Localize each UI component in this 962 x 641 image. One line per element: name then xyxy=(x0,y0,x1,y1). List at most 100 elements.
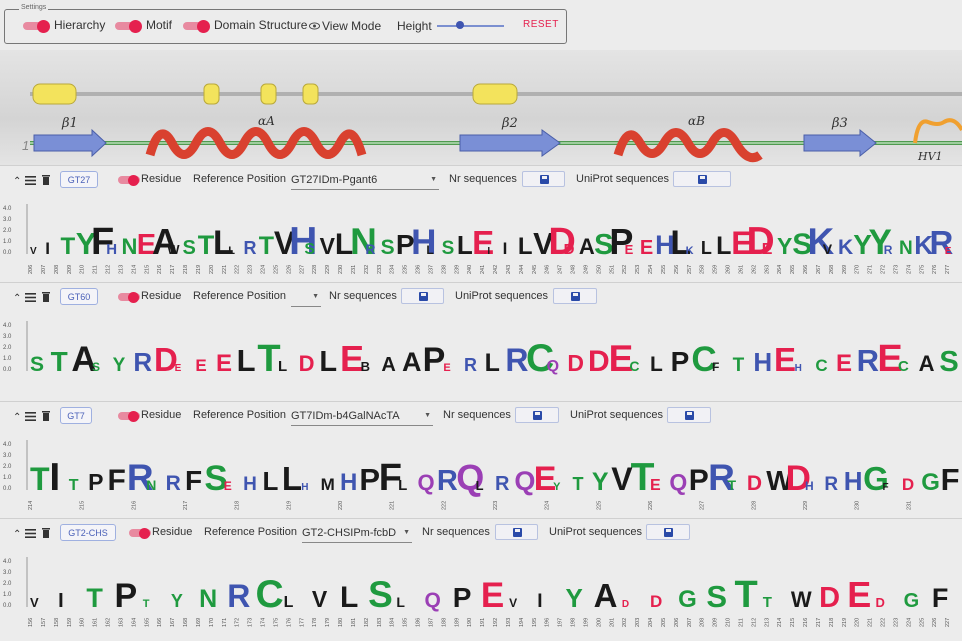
nr-sequences-label: Nr sequences xyxy=(422,526,490,538)
position-tick-label: 196 xyxy=(545,618,551,627)
position-tick-label: 171 xyxy=(222,618,228,627)
logo-residue: D xyxy=(299,351,315,376)
logo-residue: T xyxy=(763,594,772,611)
logo-residue: N xyxy=(899,238,913,259)
height-slider-thumb[interactable] xyxy=(456,21,465,29)
logo-residue: A xyxy=(594,577,618,614)
reference-position-select[interactable]: GT7IDm-b4GalNAcTA ▼ xyxy=(291,407,433,426)
position-tick-label: 161 xyxy=(93,618,99,627)
logo-residue: L xyxy=(716,232,731,260)
logo-residue: I xyxy=(58,590,64,612)
trash-icon[interactable] xyxy=(42,411,50,421)
nr-sequences-save-button[interactable] xyxy=(495,524,538,540)
position-tick-label: 229 xyxy=(803,501,809,510)
collapse-chevron-icon[interactable]: ⌃ xyxy=(13,529,21,540)
collapse-chevron-icon[interactable]: ⌃ xyxy=(13,176,21,187)
logo-residue: R xyxy=(365,241,375,257)
position-tick-label: 216 xyxy=(803,618,809,627)
logo-residue: E xyxy=(762,241,773,258)
list-menu-icon[interactable] xyxy=(25,293,36,302)
logo-residue: P xyxy=(115,577,138,615)
position-tick-label: 227 xyxy=(299,265,305,274)
position-tick-label: 221 xyxy=(390,501,396,510)
position-tick-label: 208 xyxy=(700,618,706,627)
collapse-chevron-icon[interactable]: ⌃ xyxy=(13,293,21,304)
reference-position-label: Reference Position xyxy=(193,409,286,421)
position-tick-label: 165 xyxy=(144,618,150,627)
view-mode-button[interactable]: View Mode xyxy=(322,19,381,33)
logo-residue: Q xyxy=(425,589,441,612)
position-tick-label: 195 xyxy=(532,618,538,627)
uniprot-sequences-save-button[interactable] xyxy=(553,288,597,304)
uniprot-sequences-save-button[interactable] xyxy=(667,407,711,423)
reference-position-select[interactable]: GT2-CHSIPm-fcbD ▼ xyxy=(302,524,412,543)
nr-sequences-save-button[interactable] xyxy=(522,171,565,187)
eye-icon[interactable] xyxy=(309,22,320,30)
position-tick-label: 220 xyxy=(209,265,215,274)
height-slider-track[interactable] xyxy=(437,25,504,27)
reference-position-label: Reference Position xyxy=(204,526,297,538)
logo-residue: E xyxy=(774,341,796,378)
position-tick-label: 185 xyxy=(403,618,409,627)
family-chip[interactable]: GT7 xyxy=(60,407,92,424)
family-chip[interactable]: GT60 xyxy=(60,288,98,305)
position-tick-label: 174 xyxy=(261,618,267,627)
position-tick-label: 187 xyxy=(428,618,434,627)
list-menu-icon[interactable] xyxy=(25,176,36,185)
uniprot-sequences-label: UniProt sequences xyxy=(570,409,663,421)
logo-residue: D xyxy=(902,475,914,494)
logo-residue: S xyxy=(442,238,455,259)
save-icon xyxy=(418,292,428,301)
uniprot-sequences-save-button[interactable] xyxy=(646,524,690,540)
position-tick-label: 215 xyxy=(790,618,796,627)
trash-icon[interactable] xyxy=(42,175,50,185)
logo-residue: R xyxy=(166,472,181,495)
logo-residue: K xyxy=(838,236,853,259)
position-tick-label: 180 xyxy=(338,618,344,627)
logo-residue: M xyxy=(321,475,335,494)
family-chip[interactable]: GT27 xyxy=(60,171,98,188)
logo-residue: T xyxy=(51,346,68,377)
trash-icon[interactable] xyxy=(42,292,50,302)
domain-structure-label: Domain Structure xyxy=(214,18,308,32)
logo-residue: Q xyxy=(547,358,559,375)
position-tick-label: 227 xyxy=(945,618,951,627)
position-tick-label: 275 xyxy=(919,265,925,274)
position-tick-label: 204 xyxy=(648,618,654,627)
logo-residue: E xyxy=(175,363,182,374)
logo-residue: L xyxy=(426,243,433,257)
y-axis-label: 4.0 xyxy=(3,559,12,565)
logo-residue: H xyxy=(753,347,772,377)
uniprot-sequences-save-button[interactable] xyxy=(673,171,731,187)
reference-position-select[interactable]: ▼ xyxy=(291,288,321,307)
position-tick-label: 265 xyxy=(790,265,796,274)
reference-position-select[interactable]: GT27IDm-Pgant6 ▼ xyxy=(291,171,439,190)
collapse-chevron-icon[interactable]: ⌃ xyxy=(13,412,21,423)
logo-residue: D xyxy=(875,595,884,610)
motif-block xyxy=(302,83,319,105)
nr-sequences-save-button[interactable] xyxy=(515,407,559,423)
y-axis-label: 3.0 xyxy=(3,570,12,576)
logo-residue: S xyxy=(368,574,393,615)
reset-button[interactable]: RESET xyxy=(523,19,559,30)
list-menu-icon[interactable] xyxy=(25,412,36,421)
logo-residue: E xyxy=(836,350,852,377)
nr-sequences-save-button[interactable] xyxy=(401,288,444,304)
position-tick-label: 222 xyxy=(235,265,241,274)
sequence-logo-gt7: 4.03.02.01.00.0 T I T P F RN R F SE H L L H M H PFL Q RQL R… xyxy=(3,440,960,510)
position-tick-label: 214 xyxy=(131,265,137,274)
label-b1: β1 xyxy=(61,116,78,131)
family-chip[interactable]: GT2-CHS xyxy=(60,524,116,541)
position-tick-label: 224 xyxy=(545,501,551,510)
label-aA: αA xyxy=(258,114,275,128)
y-axis-label: 3.0 xyxy=(3,334,12,340)
list-menu-icon[interactable] xyxy=(25,529,36,538)
label-b3: β3 xyxy=(831,116,848,131)
residue-label: Residue xyxy=(141,409,182,421)
position-tick-label: 244 xyxy=(519,265,525,274)
height-label: Height xyxy=(397,19,432,33)
trash-icon[interactable] xyxy=(42,528,50,538)
logo-residue: H xyxy=(301,482,308,493)
position-tick-label: 255 xyxy=(661,265,667,274)
logo-residue: S xyxy=(706,579,727,614)
